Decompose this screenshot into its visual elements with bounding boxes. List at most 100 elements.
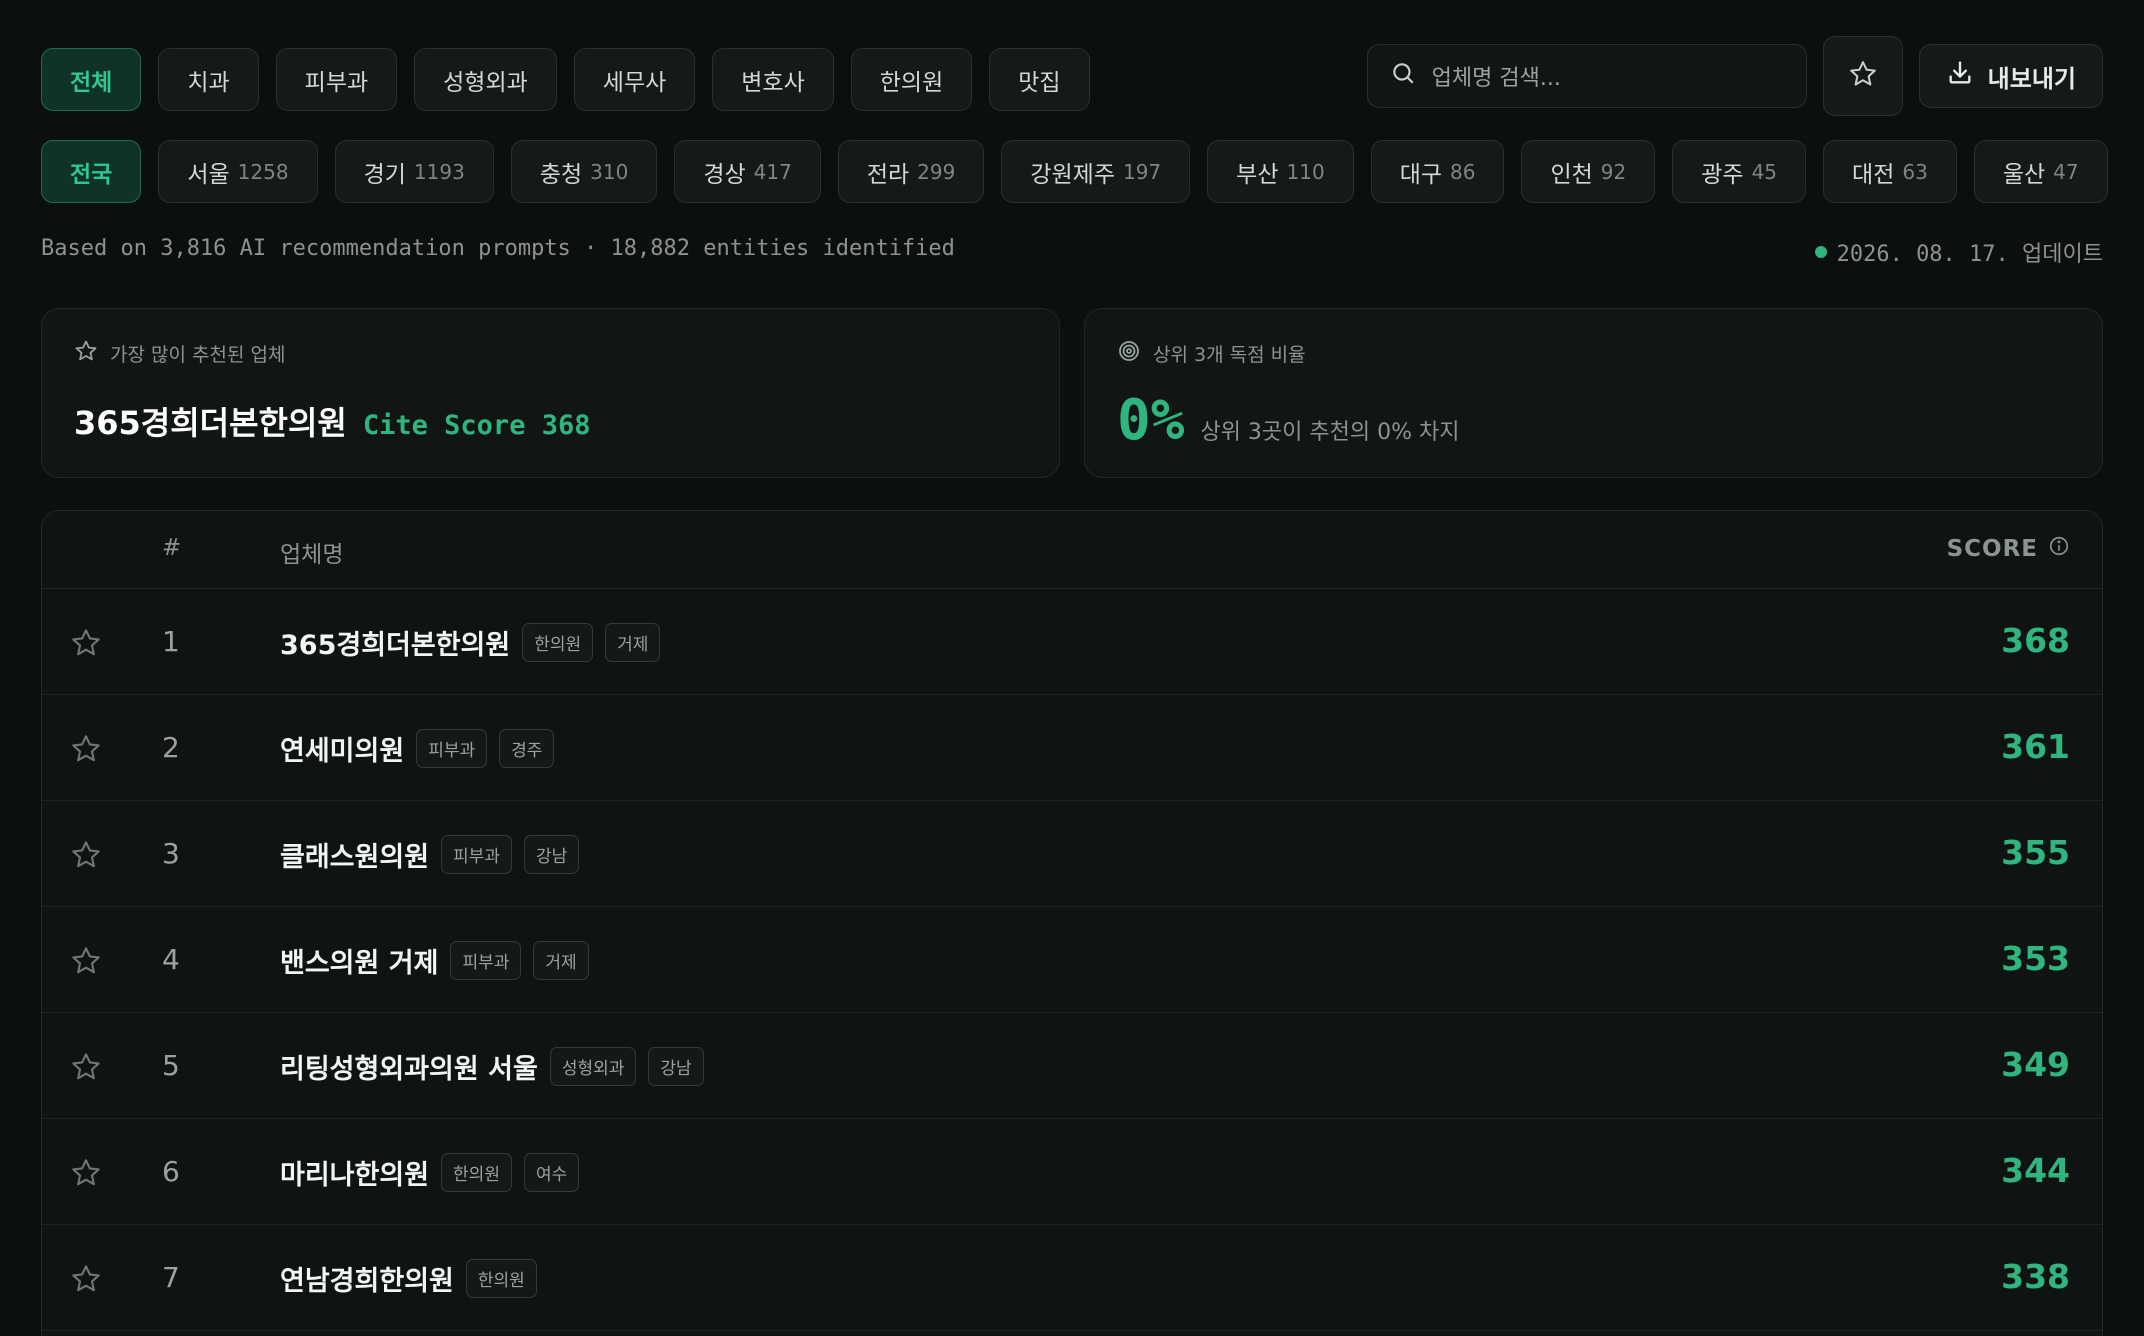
score-header-label: SCORE [1946,536,2038,562]
favorite-star-icon[interactable] [70,733,102,769]
favorites-button[interactable] [1822,36,1903,116]
region-chip-gangwon-jeju[interactable]: 강원제주 197 [1001,140,1191,203]
region-label: 경기 [363,161,406,188]
table-row[interactable]: 5 리팅성형외과의원 서울 성형외과 강남 349 [42,1013,2102,1119]
category-chip-all[interactable]: 전체 [41,48,142,111]
table-row[interactable]: 1 365경희더본한의원 한의원 거제 368 [42,589,2102,695]
category-tag: 한의원 [522,623,594,662]
region-label: 인천 [1550,161,1593,188]
region-chip-gyeongsang[interactable]: 경상 417 [674,140,821,203]
stat-cards: 가장 많이 추천된 업체 365경희더본한의원 Cite Score 368 상… [41,308,2103,478]
table-row[interactable]: 7 연남경희한의원 한의원 338 [42,1225,2102,1331]
region-count: 299 [917,159,956,184]
monopoly-note: 상위 3곳이 추천의 0% 차지 [1200,420,1460,445]
table-row[interactable]: 4 밴스의원 거제 피부과 거제 353 [42,907,2102,1013]
row-entity-name: 연남경희한의원 [280,1266,454,1297]
table-row[interactable]: 2 연세미의원 피부과 경주 361 [42,695,2102,801]
region-chip-gwangju[interactable]: 광주 45 [1672,140,1807,203]
top-entity-label: 가장 많이 추천된 업체 [110,344,286,366]
export-label: 내보내기 [1987,64,2076,93]
category-chip-dermatology[interactable]: 피부과 [275,48,398,111]
region-count: 63 [1902,159,1928,184]
region-chip-ulsan[interactable]: 울산 47 [1973,140,2108,203]
category-tag: 한의원 [465,1259,537,1298]
region-chip-incheon[interactable]: 인천 92 [1521,140,1656,203]
category-chip-dental[interactable]: 치과 [158,48,259,111]
row-entity-name: 마리나한의원 [280,1160,430,1191]
region-chip-gyeonggi[interactable]: 경기 1193 [334,140,494,203]
category-chip-restaurant[interactable]: 맛집 [989,48,1090,111]
monopoly-value-row: 0% 상위 3곳이 추천의 0% 차지 [1117,388,2070,453]
row-rank: 7 [162,1261,180,1294]
top-entity-value: 365경희더본한의원 Cite Score 368 [74,398,1027,444]
category-chip-lawyer[interactable]: 변호사 [712,48,834,111]
row-entity-name: 365경희더본한의원 [280,630,511,661]
region-label: 경상 [703,161,746,188]
download-icon [1946,59,1974,93]
region-count: 1193 [413,159,465,184]
region-chip-chungcheong[interactable]: 충청 310 [510,140,658,203]
column-header-score[interactable]: SCORE [1947,535,2070,563]
table-body: 1 365경희더본한의원 한의원 거제 368 2 연세미의원 피부과 경주 3… [42,589,2102,1331]
region-chip-seoul[interactable]: 서울 1258 [158,140,318,203]
region-count: 92 [1600,159,1627,184]
favorite-star-icon[interactable] [70,1263,102,1299]
region-count: 47 [2053,159,2079,184]
prompt-summary: Based on 3,816 AI recommendation prompts… [41,236,955,261]
row-score: 338 [2001,1257,2070,1296]
favorite-star-icon[interactable] [70,839,102,875]
table-header: # 업체명 SCORE [42,511,2102,589]
region-chip-nationwide[interactable]: 전국 [41,140,142,203]
table-row[interactable]: 3 클래스원의원 피부과 강남 355 [42,801,2102,907]
row-entity-name: 연세미의원 [280,736,405,767]
row-name-cell: 밴스의원 거제 피부과 거제 [280,941,589,980]
location-tag: 거제 [533,941,589,980]
row-name-cell: 연남경희한의원 한의원 [280,1259,537,1298]
favorite-star-icon[interactable] [70,1051,102,1087]
column-header-name: 업체명 [280,542,344,568]
region-label: 서울 [187,161,230,188]
region-chip-daegu[interactable]: 대구 86 [1370,140,1505,203]
location-tag: 여수 [523,1153,580,1192]
favorite-star-icon[interactable] [70,1157,102,1193]
favorite-star-icon[interactable] [70,945,102,981]
top-entity-card: 가장 많이 추천된 업체 365경희더본한의원 Cite Score 368 [41,308,1060,478]
row-entity-name: 리팅성형외과의원 서울 [280,1054,538,1085]
region-count: 310 [590,159,629,184]
row-rank: 5 [162,1049,180,1082]
favorite-star-icon[interactable] [70,627,102,663]
region-chip-daejeon[interactable]: 대전 63 [1823,140,1957,203]
category-tag: 피부과 [441,835,512,874]
location-tag: 강남 [523,835,580,874]
monopoly-percent: 0% [1117,388,1185,453]
column-header-rank: # [162,535,182,561]
info-icon[interactable] [2048,535,2070,563]
row-rank: 2 [162,731,180,764]
top-entity-label-row: 가장 많이 추천된 업체 [74,339,1027,368]
category-tag: 피부과 [450,941,522,980]
star-outline-icon [74,339,98,368]
ranking-table: # 업체명 SCORE 1 365경희더본한의원 한의원 거제 368 2 연세… [41,510,2103,1336]
region-chip-jeolla[interactable]: 전라 299 [837,140,985,203]
update-date: 2026. 08. 17. 업데이트 [1836,242,2103,267]
table-row[interactable]: 6 마리나한의원 한의원 여수 344 [42,1119,2102,1225]
region-count: 45 [1751,159,1778,184]
top-entity-cite-score: Cite Score 368 [362,410,591,441]
search-input[interactable]: 업체명 검색... [1366,44,1807,108]
row-score: 368 [2001,621,2070,660]
row-rank: 3 [162,837,180,870]
region-label: 부산 [1236,161,1279,188]
export-button[interactable]: 내보내기 [1918,44,2103,108]
region-label: 전국 [70,161,113,188]
update-status: 2026. 08. 17. 업데이트 [1814,236,2103,268]
category-chip-plastic-surgery[interactable]: 성형외과 [414,48,557,111]
region-label: 울산 [2002,161,2046,188]
category-chip-oriental-clinic[interactable]: 한의원 [850,48,973,111]
row-name-cell: 리팅성형외과의원 서울 성형외과 강남 [280,1047,704,1086]
row-name-cell: 연세미의원 피부과 경주 [280,729,555,768]
row-rank: 4 [162,943,180,976]
row-rank: 1 [162,625,180,658]
search-icon [1390,60,1432,92]
region-chip-busan[interactable]: 부산 110 [1207,140,1354,203]
category-chip-tax-accountant[interactable]: 세무사 [573,48,696,111]
